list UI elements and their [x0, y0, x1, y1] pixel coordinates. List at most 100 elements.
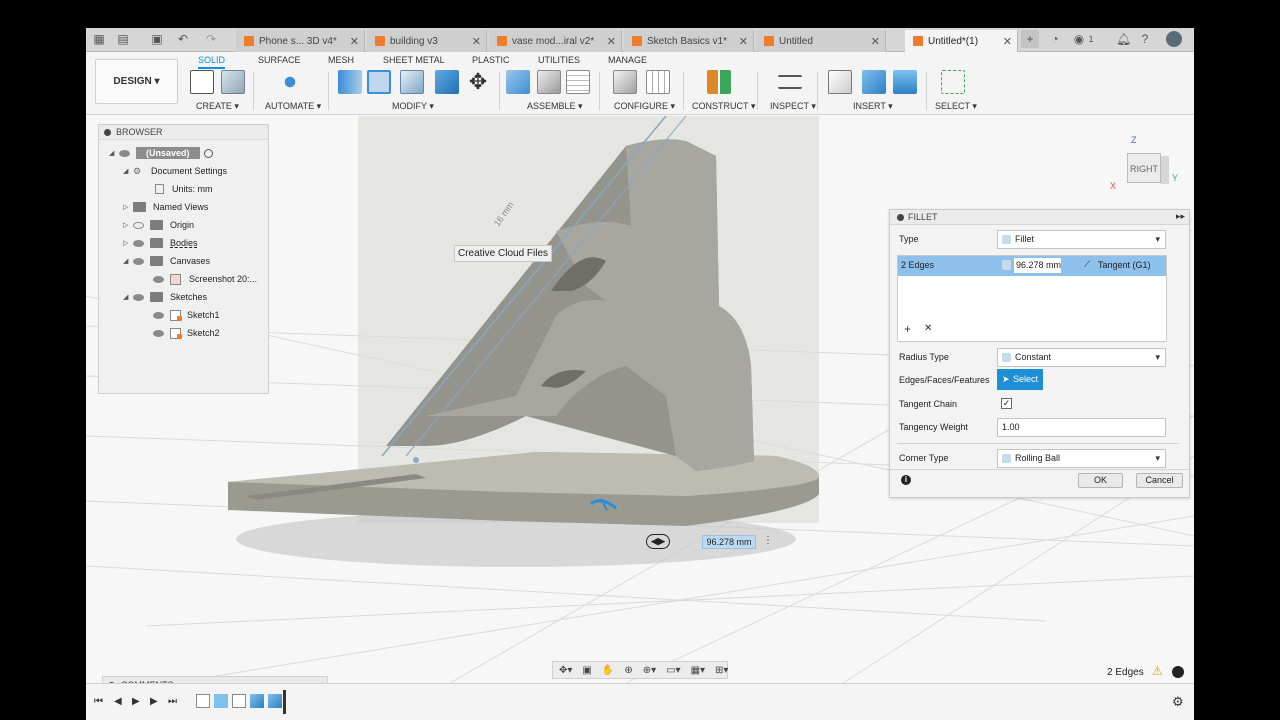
help-icon[interactable]: ?	[1138, 32, 1152, 46]
tree-item-sketch2[interactable]: Sketch2	[153, 324, 220, 342]
collapse-icon[interactable]: ◢	[123, 167, 133, 175]
pan-icon[interactable]: ✋	[602, 665, 614, 676]
go-to-end-icon[interactable]: ⏭	[168, 696, 177, 707]
gear-icon[interactable]: ⚙	[1172, 694, 1184, 710]
timeline-sketch-icon[interactable]	[232, 694, 246, 708]
close-icon[interactable]: ✕	[350, 35, 359, 48]
tab-surface[interactable]: SURFACE	[258, 55, 301, 65]
warning-icon[interactable]: ⚠	[1152, 664, 1163, 678]
type-select[interactable]: Fillet	[997, 230, 1166, 249]
radius-input[interactable]: 96.278 mm	[1014, 258, 1061, 273]
avatar[interactable]	[1166, 31, 1182, 47]
tree-root[interactable]: ◢ (Unsaved)	[109, 144, 213, 162]
extensions-icon[interactable]: ◔	[1048, 32, 1062, 46]
timeline-extrude-icon[interactable]	[250, 694, 264, 708]
jobs-icon[interactable]: ◉	[1072, 32, 1086, 46]
step-back-icon[interactable]: ◀	[114, 696, 122, 707]
status-icon[interactable]	[1172, 666, 1184, 678]
tree-item-sketch1[interactable]: Sketch1	[153, 306, 220, 324]
tree-item-bodies[interactable]: ▷ Bodies	[123, 234, 198, 252]
inspect-menu[interactable]: INSPECT ▾	[770, 101, 816, 112]
tree-item-sketches[interactable]: ◢ Sketches	[123, 288, 207, 306]
construct-menu[interactable]: CONSTRUCT ▾	[692, 101, 755, 112]
close-icon[interactable]: ✕	[1003, 35, 1012, 48]
tangency-weight-input[interactable]: 1.00	[997, 418, 1166, 437]
doc-tab-1[interactable]: Phone s... 3D v4* ✕	[236, 30, 365, 52]
insert-derive-icon[interactable]	[828, 70, 852, 94]
timeline-sketch-icon[interactable]	[196, 694, 210, 708]
tab-plastic[interactable]: PLASTIC	[472, 55, 510, 65]
doc-tab-3[interactable]: vase mod...iral v2* ✕	[489, 30, 622, 52]
fillet-title[interactable]: FILLET	[890, 210, 1189, 225]
automate-menu[interactable]: AUTOMATE ▾	[265, 101, 321, 112]
construct-plane-icon[interactable]	[707, 70, 731, 94]
continuity-select[interactable]: Tangent (G1)	[1098, 260, 1151, 270]
zoom-window-icon[interactable]: ⊕▾	[643, 665, 656, 676]
visibility-icon[interactable]	[133, 221, 144, 229]
configure-menu[interactable]: CONFIGURE ▾	[614, 101, 675, 112]
doc-tab-2[interactable]: building v3 ✕	[367, 30, 487, 52]
visibility-icon[interactable]	[153, 311, 164, 319]
doc-tab-5[interactable]: Untitled ✕	[756, 30, 886, 52]
tree-item-document-settings[interactable]: ◢ ⚙ Document Settings	[123, 162, 227, 180]
display-settings-icon[interactable]: ▭▾	[666, 665, 680, 676]
tree-item-units[interactable]: Units: mm	[155, 180, 213, 198]
radius-type-select[interactable]: Constant	[997, 348, 1166, 367]
viewcube[interactable]: RIGHT Z X Y	[1110, 135, 1178, 193]
create-sketch-icon[interactable]	[190, 70, 214, 94]
expand-icon[interactable]: ▷	[123, 239, 133, 247]
joint-icon[interactable]	[537, 70, 561, 94]
close-icon[interactable]: ✕	[472, 35, 481, 48]
insert-menu[interactable]: INSERT ▾	[853, 101, 893, 112]
select-menu[interactable]: SELECT ▾	[935, 101, 977, 112]
visibility-icon[interactable]	[133, 293, 144, 301]
expand-icon[interactable]: ▷	[123, 203, 133, 211]
new-component-icon[interactable]	[506, 70, 530, 94]
visibility-icon[interactable]	[119, 149, 130, 157]
look-at-icon[interactable]: ▣	[582, 665, 591, 676]
tree-item-canvases[interactable]: ◢ Canvases	[123, 252, 210, 270]
move-icon[interactable]: ✥	[466, 70, 490, 94]
save-icon[interactable]: ▣	[150, 32, 164, 46]
flip-direction-icon[interactable]: ◀▶	[646, 534, 670, 549]
insert-mesh-icon[interactable]	[862, 70, 886, 94]
info-icon[interactable]: i	[901, 475, 911, 485]
add-icon[interactable]: +	[904, 322, 911, 336]
tree-item-screenshot[interactable]: Screenshot 20:...	[153, 270, 257, 288]
tab-utilities[interactable]: UTILITIES	[538, 55, 580, 65]
dimension-input[interactable]: 96.278 mm	[702, 535, 756, 549]
browser-title[interactable]: BROWSER	[99, 125, 268, 140]
timeline-extrude-icon[interactable]	[268, 694, 282, 708]
create-menu[interactable]: CREATE ▾	[196, 101, 239, 112]
tab-sheet-metal[interactable]: SHEET METAL	[383, 55, 445, 65]
new-tab-icon[interactable]: +	[1021, 30, 1039, 48]
ok-button[interactable]: OK	[1078, 473, 1123, 488]
doc-tab-4[interactable]: Sketch Basics v1* ✕	[624, 30, 754, 52]
close-icon[interactable]: ✕	[607, 35, 616, 48]
tangent-chain-checkbox[interactable]: ✓	[1001, 398, 1012, 409]
tree-item-named-views[interactable]: ▷ Named Views	[123, 198, 208, 216]
close-icon[interactable]: ✕	[871, 35, 880, 48]
undo-icon[interactable]: ↶	[176, 32, 190, 46]
selection-row[interactable]: 2 Edges 96.278 mm ⟋ Tangent (G1)	[898, 256, 1166, 276]
tree-item-origin[interactable]: ▷ Origin	[123, 216, 194, 234]
bom-icon[interactable]	[566, 70, 590, 94]
grid-settings-icon[interactable]: ▦▾	[691, 665, 705, 676]
timeline-marker[interactable]	[283, 690, 286, 714]
orbit-icon[interactable]: ✥▾	[559, 665, 572, 676]
doc-tab-active[interactable]: Untitled*(1) ✕	[905, 30, 1018, 52]
file-icon[interactable]: ▤	[116, 32, 130, 46]
measure-icon[interactable]	[778, 75, 802, 89]
modify-menu[interactable]: MODIFY ▾	[392, 101, 434, 112]
remove-icon[interactable]: ✕	[924, 323, 932, 334]
extrude-icon[interactable]	[221, 70, 245, 94]
workspace-switcher[interactable]: DESIGN ▾	[95, 59, 178, 104]
viewports-icon[interactable]: ⊞▾	[715, 665, 728, 676]
combine-icon[interactable]	[435, 70, 459, 94]
select-icon[interactable]	[941, 70, 965, 94]
grid-icon[interactable]: ▦	[92, 32, 106, 46]
timeline-canvas-icon[interactable]	[214, 694, 228, 708]
tab-mesh[interactable]: MESH	[328, 55, 354, 65]
collapse-icon[interactable]: ◢	[123, 293, 133, 301]
table-icon[interactable]	[646, 70, 670, 94]
